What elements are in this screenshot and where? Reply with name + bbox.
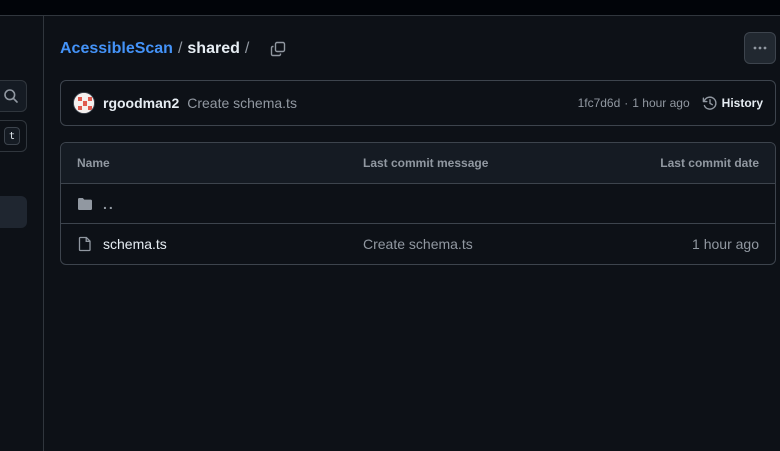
search-icon: [4, 89, 18, 103]
column-header-name: Name: [77, 156, 110, 170]
commit-hash[interactable]: 1fc7d6d: [578, 96, 621, 110]
top-bar: [0, 0, 780, 16]
latest-commit-bar: rgoodman2 Create schema.ts 1fc7d6d · 1 h…: [60, 80, 776, 126]
table-header: Name Last commit message Last commit dat…: [61, 143, 775, 184]
file-name-link[interactable]: schema.ts: [103, 236, 167, 252]
file-icon: [78, 236, 91, 252]
commit-meta: 1fc7d6d · 1 hour ago: [578, 96, 690, 110]
parent-directory-row[interactable]: ..: [61, 184, 775, 224]
breadcrumb-repo-link[interactable]: AcessibleScan: [60, 40, 173, 58]
breadcrumb: AcessibleScan / shared /: [60, 38, 290, 60]
avatar[interactable]: [73, 92, 95, 114]
commit-message[interactable]: Create schema.ts: [187, 95, 297, 111]
shortcut-key: t: [4, 127, 20, 145]
copy-path-button[interactable]: [266, 38, 290, 60]
go-to-file-button[interactable]: t: [0, 120, 27, 152]
table-row[interactable]: schema.ts Create schema.ts 1 hour ago: [61, 224, 775, 264]
history-button[interactable]: History: [702, 95, 763, 111]
more-options-button[interactable]: [744, 32, 776, 64]
kebab-horizontal-icon: [753, 46, 767, 50]
files-table: Name Last commit message Last commit dat…: [60, 142, 776, 265]
avatar-identicon: [74, 93, 94, 113]
file-tree-selected-item[interactable]: [0, 196, 27, 228]
history-label: History: [721, 96, 763, 110]
breadcrumb-trailing-separator: /: [244, 40, 250, 57]
file-commit-message[interactable]: Create schema.ts: [363, 236, 473, 252]
breadcrumb-separator: /: [177, 40, 183, 57]
commit-author[interactable]: rgoodman2: [103, 95, 179, 111]
column-header-message: Last commit message: [363, 156, 489, 170]
breadcrumb-current-folder: shared: [187, 40, 240, 57]
copy-icon: [271, 41, 286, 57]
folder-icon: [78, 198, 92, 210]
parent-directory-link[interactable]: ..: [103, 196, 115, 212]
history-icon: [702, 96, 717, 110]
file-tree-panel: t: [0, 16, 44, 451]
column-header-date: Last commit date: [660, 156, 759, 170]
commit-time: 1 hour ago: [632, 96, 690, 110]
commit-meta-separator: ·: [624, 96, 629, 110]
file-commit-date: 1 hour ago: [692, 236, 759, 252]
search-button[interactable]: [0, 80, 27, 112]
